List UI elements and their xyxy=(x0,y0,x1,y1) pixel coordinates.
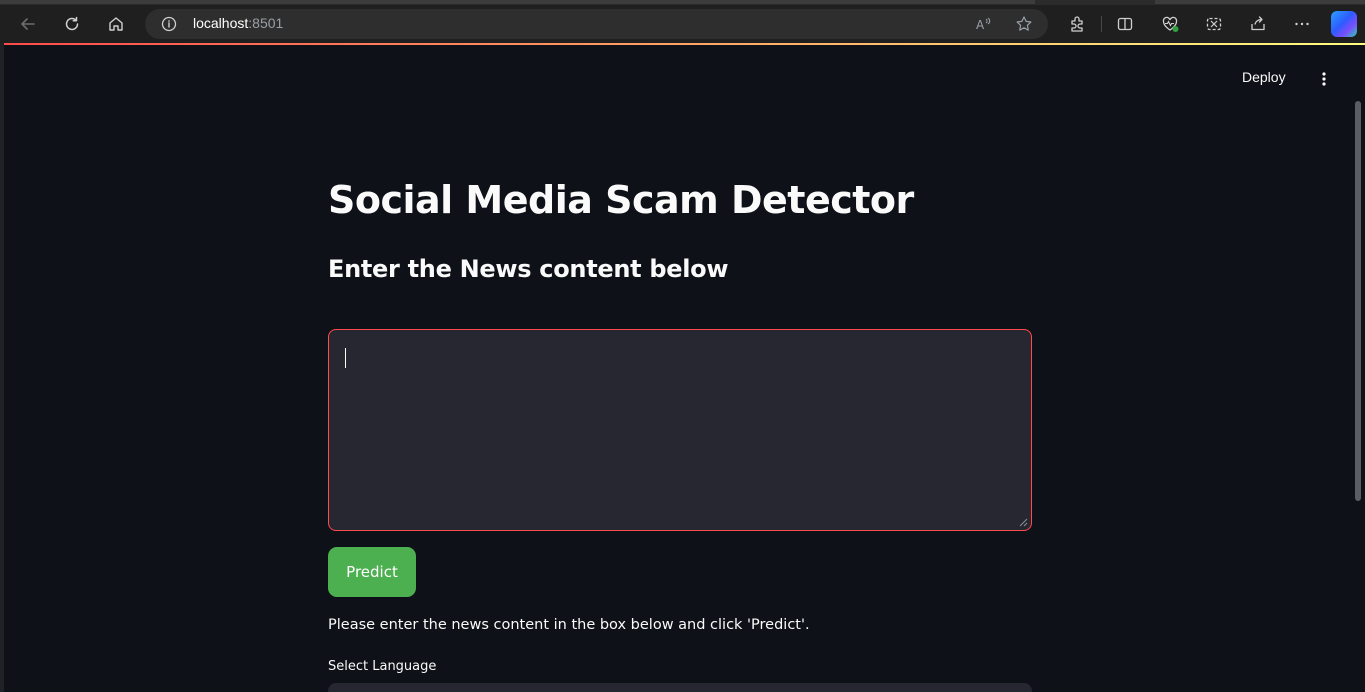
address-bar[interactable]: localhost:8501 A xyxy=(145,9,1048,39)
instructions-text: Please enter the news content in the box… xyxy=(328,617,810,633)
refresh-icon[interactable] xyxy=(57,9,87,39)
back-icon[interactable] xyxy=(13,9,43,39)
copilot-icon[interactable] xyxy=(1331,11,1357,37)
text-caret xyxy=(345,348,346,368)
deploy-button[interactable]: Deploy xyxy=(1242,69,1286,85)
tab-strip-segment xyxy=(0,0,1035,4)
svg-text:A: A xyxy=(976,18,985,32)
web-capture-icon[interactable] xyxy=(1199,9,1229,39)
main-menu-icon[interactable] xyxy=(1310,65,1338,93)
home-icon[interactable] xyxy=(101,9,131,39)
page-subtitle: Enter the News content below xyxy=(328,255,729,283)
resize-grip-icon[interactable] xyxy=(1018,517,1028,527)
news-content-input[interactable] xyxy=(328,329,1032,531)
header-decoration xyxy=(4,43,1365,45)
read-aloud-icon[interactable]: A xyxy=(975,15,993,33)
info-icon[interactable] xyxy=(161,16,177,32)
toolbar-divider xyxy=(1101,16,1102,32)
extensions-icon[interactable] xyxy=(1062,9,1092,39)
favorite-star-icon[interactable] xyxy=(1015,15,1033,33)
browser-toolbar: localhost:8501 A xyxy=(0,5,1365,43)
share-icon[interactable] xyxy=(1243,9,1273,39)
scrollbar[interactable] xyxy=(1355,101,1361,501)
predict-button[interactable]: Predict xyxy=(328,547,416,597)
browser-essentials-icon[interactable] xyxy=(1155,9,1185,39)
url-port: :8501 xyxy=(248,15,284,31)
page-title: Social Media Scam Detector xyxy=(328,178,914,222)
url-text: localhost:8501 xyxy=(193,15,283,31)
url-host: localhost xyxy=(193,15,249,31)
tab-strip-segment xyxy=(1155,0,1365,4)
language-select-label: Select Language xyxy=(328,659,437,674)
language-select[interactable] xyxy=(328,683,1032,692)
split-screen-icon[interactable] xyxy=(1110,9,1140,39)
app-viewport: Deploy Social Media Scam Detector Enter … xyxy=(4,43,1365,692)
more-icon[interactable] xyxy=(1287,9,1317,39)
